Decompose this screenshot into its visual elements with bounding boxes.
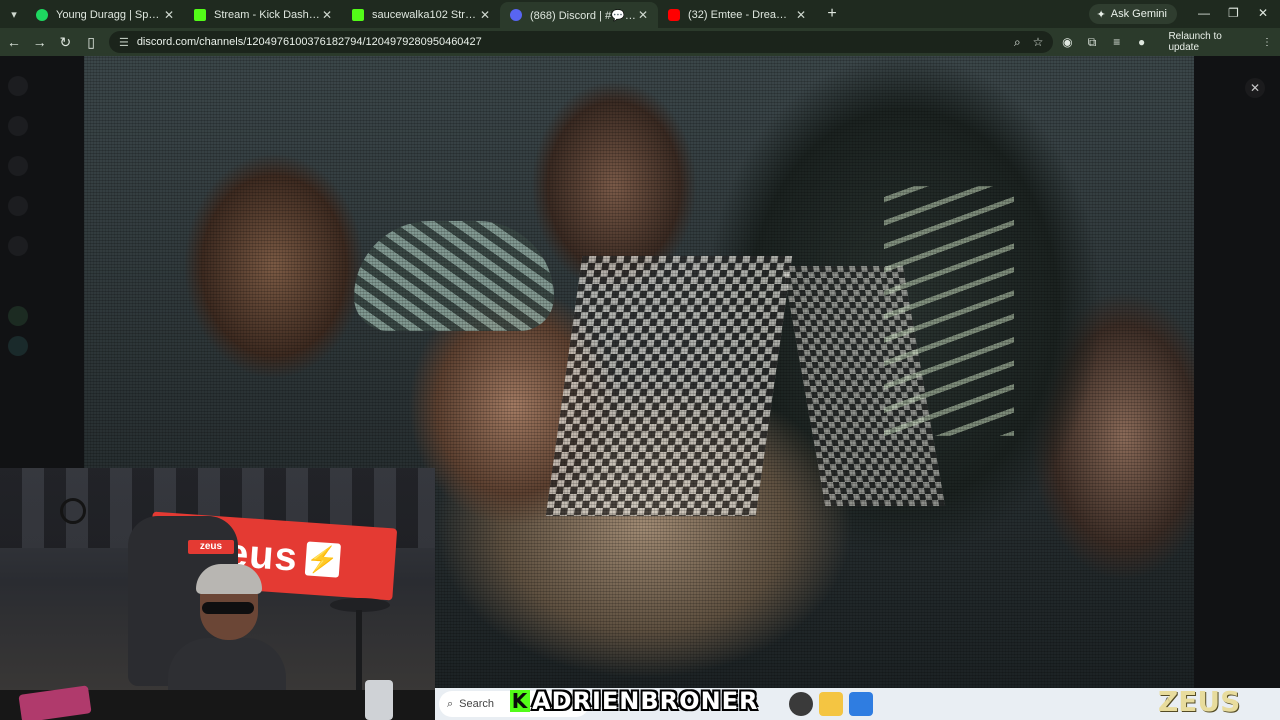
media-controls-icon[interactable]: ≡ [1106,31,1128,53]
server-icon[interactable] [8,236,28,256]
webcam-stool-leg [356,610,362,700]
youtube-favicon-icon [668,9,680,21]
tab-title: (868) Discord | #💬 | general | [530,9,636,22]
search-icon: ⌕ [447,697,454,710]
streamer-name: ADRIENBRONER [532,687,759,715]
new-tab-button[interactable]: + [820,2,844,26]
tab-kick-stream[interactable]: saucewalka102 Stream - Watch ✕ [342,2,500,28]
chair-logo: zeus [188,540,234,554]
reload-button[interactable]: ↻ [53,30,77,54]
server-icon[interactable] [8,306,28,326]
taskbar-app-file-explorer-icon[interactable] [819,692,843,716]
side-panel-icon[interactable]: ▯ [79,30,103,54]
close-tab-icon[interactable]: ✕ [320,8,334,22]
close-tab-icon[interactable]: ✕ [162,8,176,22]
ask-gemini-label: Ask Gemini [1110,8,1167,20]
url-text: discord.com/channels/1204976100376182794… [136,36,482,48]
tab-youtube[interactable]: (32) Emtee - Dreams (Official A ✕ [658,2,816,28]
kick-logo-icon: K [510,689,530,713]
server-icon[interactable] [8,116,28,136]
tab-spotify[interactable]: Young Duragg | Spotify ✕ [26,2,184,28]
forward-button[interactable]: → [28,30,52,54]
close-tab-icon[interactable]: ✕ [636,8,650,22]
photo-scarf-region [354,221,554,331]
spotify-favicon-icon [36,9,48,21]
site-info-icon[interactable]: ☰ [119,36,129,49]
gemini-sparkle-icon: ✦ [1096,8,1106,21]
tab-discord[interactable]: (868) Discord | #💬 | general | ✕ [500,2,658,28]
kick-favicon-icon [352,9,364,21]
streamer-name-overlay: K ADRIENBRONER [510,686,759,716]
minimize-window-button[interactable]: — [1198,6,1210,20]
photo-checkered-shirt-region [545,256,793,516]
profile-avatar-icon[interactable]: ● [1131,31,1153,53]
maximize-window-button[interactable]: ❐ [1228,6,1239,20]
tab-title: Young Duragg | Spotify [56,9,162,21]
tab-title: (32) Emtee - Dreams (Official A [688,9,794,21]
taskbar-search-placeholder: Search [459,698,495,710]
close-window-button[interactable]: ✕ [1258,6,1268,20]
extensions-puzzle-icon[interactable]: ⧉ [1081,31,1103,53]
more-menu-icon[interactable]: ⋮ [1262,37,1272,48]
server-icon[interactable] [8,196,28,216]
taskbar-app-obs-icon[interactable] [789,692,813,716]
ask-gemini-button[interactable]: ✦ Ask Gemini [1088,4,1177,24]
server-icon[interactable] [8,156,28,176]
browser-toolbar: ← → ↻ ▯ ☰ discord.com/channels/120497610… [0,28,1280,56]
address-bar[interactable]: ☰ discord.com/channels/12049761003761827… [108,31,1054,53]
tab-title: Stream - Kick Dashboard [214,9,320,21]
extension-badge-icon[interactable]: ◉ [1056,31,1078,53]
server-icon[interactable] [8,76,28,96]
streamer-sunglasses [202,602,254,614]
discord-favicon-icon [510,9,522,21]
brand-watermark-logo: ZEUS [1158,684,1241,718]
webcam-wall-ring [60,498,86,524]
close-image-viewer-button[interactable]: ✕ [1245,78,1265,98]
relaunch-update-button[interactable]: Relaunch to update ⋮ [1160,31,1280,53]
tab-title: saucewalka102 Stream - Watch [372,9,478,21]
relaunch-label: Relaunch to update [1168,31,1222,53]
bookmark-star-icon[interactable]: ☆ [1033,35,1044,49]
close-tab-icon[interactable]: ✕ [794,8,808,22]
close-tab-icon[interactable]: ✕ [478,8,492,22]
photo-jewelry-region [884,186,1014,436]
drink-can [365,680,393,720]
server-icon[interactable] [8,336,28,356]
zoom-icon[interactable]: ⌕ [1014,35,1021,50]
kick-favicon-icon [194,9,206,21]
tab-kick-dashboard[interactable]: Stream - Kick Dashboard ✕ [184,2,342,28]
lightning-bolt-icon: ⚡ [304,541,341,578]
browser-tab-strip: ▾ Young Duragg | Spotify ✕ Stream - Kick… [0,0,1280,28]
streamer-webcam: zeus ⚡ zeus [0,468,435,720]
taskbar-app-store-icon[interactable] [849,692,873,716]
streamer-hat [196,564,262,594]
back-button[interactable]: ← [2,30,26,54]
tab-search-menu-icon[interactable]: ▾ [2,2,26,26]
